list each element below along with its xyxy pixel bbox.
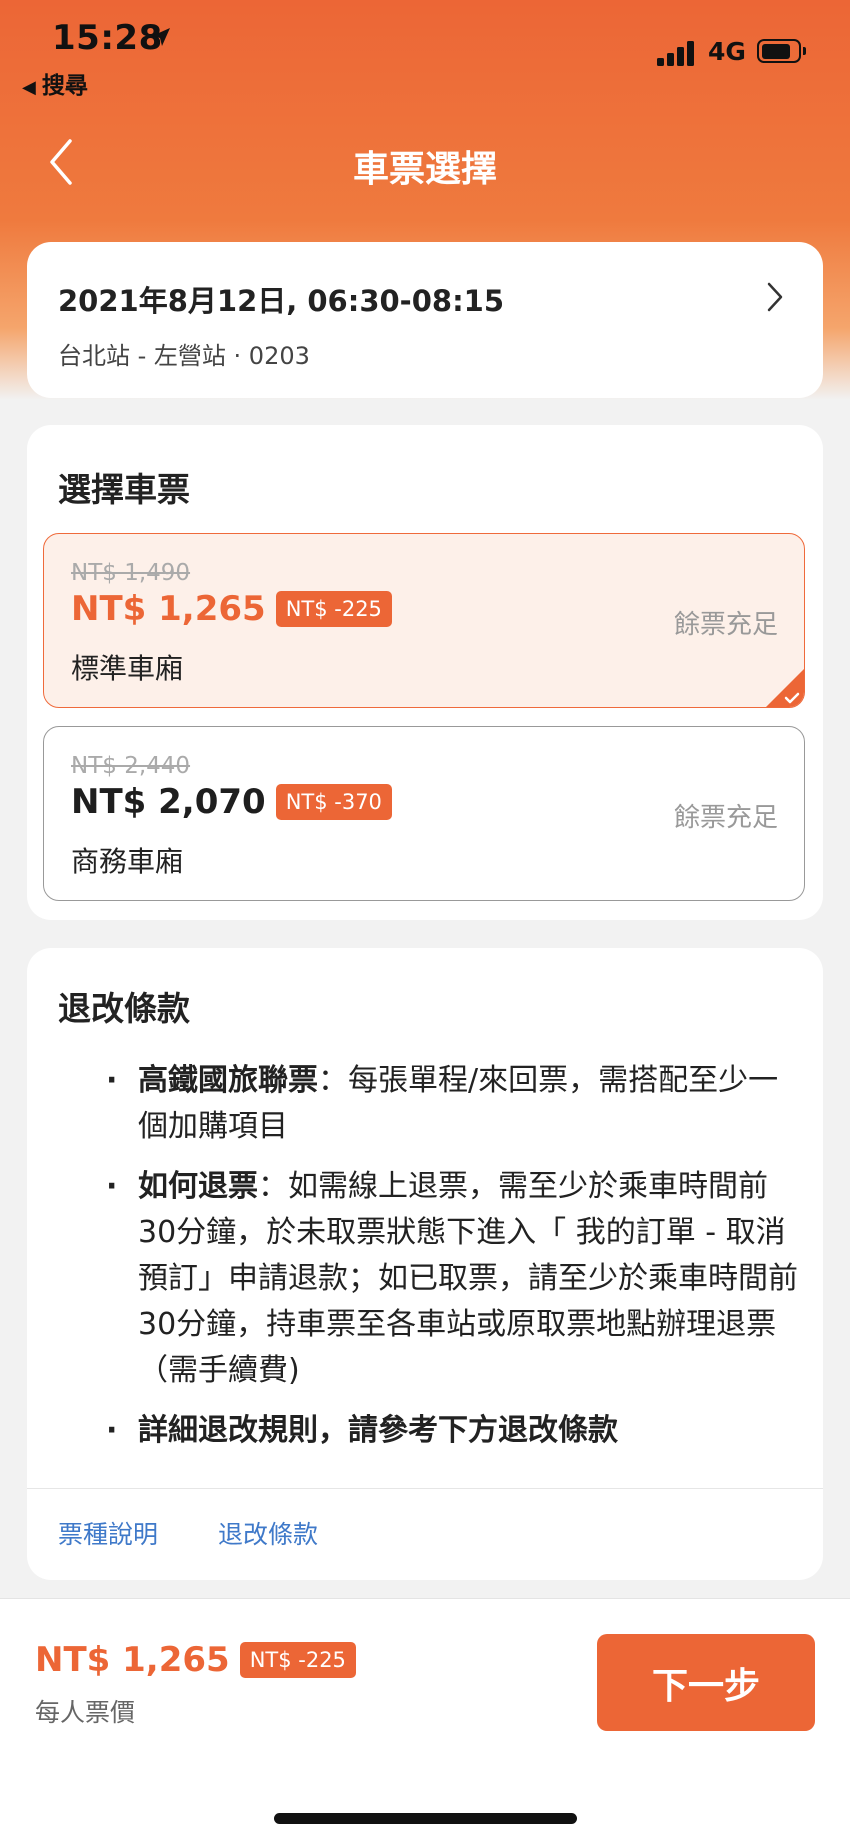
refund-rules-list: · 高鐵國旅聯票：每張單程/來回票，需搭配至少一個加購項目 · 如何退票：如需線上退… [58, 1058, 798, 1468]
status-time: 15:28 [52, 18, 163, 58]
back-triangle-icon: ◀ [22, 77, 36, 98]
original-price: NT$ 1,490 [71, 560, 191, 586]
battery-icon [757, 39, 806, 63]
rule-heading: 詳細退改規則，請參考下方退改條款 [138, 1413, 618, 1448]
original-price: NT$ 2,440 [71, 753, 191, 779]
ticket-option-business[interactable]: NT$ 2,440 NT$ 2,070 NT$ -370 商務車廂 餘票充足 [43, 726, 805, 901]
location-arrow-icon [152, 28, 170, 46]
trip-route: 台北站 - 左營站 · 0203 [58, 342, 310, 370]
refund-policy-link[interactable]: 退改條款 [218, 1520, 318, 1549]
bullet: · [106, 1413, 118, 1448]
back-app-label: 搜尋 [41, 73, 88, 99]
bullet: · [106, 1063, 118, 1098]
car-class-name: 標準車廂 [71, 652, 184, 685]
ticket-option-standard[interactable]: NT$ 1,490 NT$ 1,265 NT$ -225 標準車廂 餘票充足 [43, 533, 805, 708]
refund-policy-card: 退改條款 · 高鐵國旅聯票：每張單程/來回票，需搭配至少一個加購項目 · 如何退票：… [27, 948, 823, 1580]
rule-heading: 高鐵國旅聯票 [138, 1063, 318, 1098]
discount-badge: NT$ -370 [275, 784, 392, 820]
network-label: 4G [708, 37, 746, 66]
bullet: · [106, 1169, 118, 1204]
rule-item: · 詳細退改規則，請參考下方退改條款 [58, 1408, 798, 1454]
stock-status: 餘票充足 [673, 803, 778, 833]
policy-links: 票種說明 退改條款 [58, 1515, 378, 1551]
page-title: 車票選擇 [352, 149, 497, 190]
rule-item: · 高鐵國旅聯票：每張單程/來回票，需搭配至少一個加購項目 [58, 1058, 798, 1150]
rule-heading: 如何退票 [138, 1169, 258, 1204]
total-price: NT$ 1,265 [35, 1640, 230, 1680]
signal-icon [657, 40, 699, 66]
ticket-price: NT$ 2,070 [71, 782, 266, 822]
price-note: 每人票價 [35, 1698, 136, 1727]
next-step-button[interactable]: 下一步 [597, 1634, 815, 1731]
stock-status: 餘票充足 [673, 610, 778, 640]
discount-badge: NT$ -225 [239, 1642, 356, 1678]
rule-item: · 如何退票：如需線上退票，需至少於乘車時間前30分鐘，於未取票狀態下進入「 我的… [58, 1164, 798, 1394]
car-class-name: 商務車廂 [71, 845, 184, 878]
checkout-bar: NT$ 1,265 NT$ -225 每人票價 下一步 [0, 1598, 850, 1840]
discount-badge: NT$ -225 [275, 591, 392, 627]
ticket-price: NT$ 1,265 [71, 589, 266, 629]
trip-summary-card[interactable]: 2021年8月12日, 06:30-08:15 台北站 - 左營站 · 0203 [27, 242, 823, 398]
back-to-app-link[interactable]: ◀ 搜尋 [22, 66, 88, 100]
ticket-section-title: 選擇車票 [58, 470, 190, 509]
checkmark-icon [784, 692, 800, 704]
home-indicator[interactable] [274, 1813, 577, 1824]
trip-datetime: 2021年8月12日, 06:30-08:15 [58, 284, 505, 318]
ticket-selection-card: 選擇車票 NT$ 1,490 NT$ 1,265 NT$ -225 標準車廂 餘… [27, 425, 823, 920]
chevron-right-icon [767, 282, 783, 312]
ticket-type-info-link[interactable]: 票種說明 [58, 1520, 158, 1549]
refund-section-title: 退改條款 [58, 989, 190, 1028]
divider [27, 1488, 823, 1489]
